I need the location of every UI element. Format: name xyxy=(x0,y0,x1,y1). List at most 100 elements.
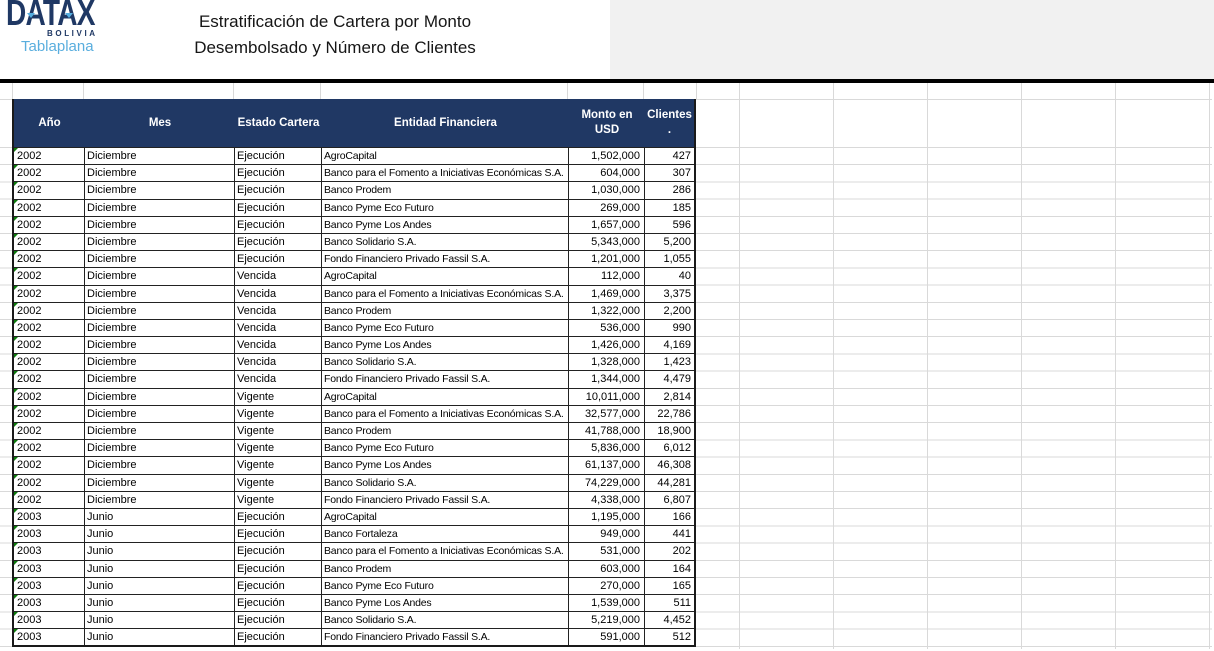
cell-monto-usd[interactable]: 5,219,000 xyxy=(569,612,645,629)
cell-mes[interactable]: Diciembre xyxy=(85,491,235,508)
cell-ano[interactable]: 2002 xyxy=(14,182,85,199)
cell-clientes[interactable]: 6,012 xyxy=(645,440,694,456)
cell-clientes[interactable]: 427 xyxy=(645,148,694,164)
cell-monto-usd[interactable]: 269,000 xyxy=(569,199,645,216)
cell-mes[interactable]: Diciembre xyxy=(85,319,235,337)
cell-monto-usd[interactable]: 1,539,000 xyxy=(569,594,645,612)
cell-entidad-financiera[interactable]: Fondo Financiero Privado Fassil S.A. xyxy=(322,629,569,646)
cell-entidad-financiera[interactable]: Banco para el Fomento a Iniciativas Econ… xyxy=(322,285,569,302)
cell-mes[interactable]: Diciembre xyxy=(85,423,235,440)
cell-mes[interactable]: Diciembre xyxy=(85,302,235,319)
cell-ano[interactable]: 2002 xyxy=(14,285,85,302)
cell-estado-cartera[interactable]: Vigente xyxy=(235,440,322,457)
cell-entidad-financiera[interactable]: AgroCapital xyxy=(322,508,569,526)
cell-monto-usd[interactable]: 270,000 xyxy=(569,577,645,594)
cell-estado-cartera[interactable]: Vencida xyxy=(235,302,322,319)
cell-mes[interactable]: Junio xyxy=(85,577,235,594)
cell-clientes[interactable]: 22,786 xyxy=(645,406,694,422)
cell-mes[interactable]: Junio xyxy=(85,526,235,543)
cell-clientes[interactable]: 286 xyxy=(645,182,694,198)
cell-mes[interactable]: Diciembre xyxy=(85,268,235,285)
cell-entidad-financiera[interactable]: Banco Solidario S.A. xyxy=(322,612,569,629)
cell-mes[interactable]: Diciembre xyxy=(85,388,235,405)
cell-ano[interactable]: 2003 xyxy=(14,526,85,543)
cell-mes[interactable]: Junio xyxy=(85,560,235,577)
cell-entidad-financiera[interactable]: Banco Pyme Eco Futuro xyxy=(322,199,569,216)
cell-mes[interactable]: Diciembre xyxy=(85,354,235,371)
cell-clientes[interactable]: 307 xyxy=(645,165,694,181)
cell-entidad-financiera[interactable]: AgroCapital xyxy=(322,148,569,165)
cell-clientes[interactable]: 202 xyxy=(645,543,694,559)
cell-ano[interactable]: 2002 xyxy=(14,302,85,319)
cell-estado-cartera[interactable]: Ejecución xyxy=(235,577,322,594)
cell-estado-cartera[interactable]: Ejecución xyxy=(235,594,322,612)
cell-entidad-financiera[interactable]: Banco Pyme Los Andes xyxy=(322,216,569,233)
cell-mes[interactable]: Junio xyxy=(85,629,235,646)
cell-entidad-financiera[interactable]: Fondo Financiero Privado Fassil S.A. xyxy=(322,491,569,508)
cell-monto-usd[interactable]: 603,000 xyxy=(569,560,645,577)
cell-estado-cartera[interactable]: Ejecución xyxy=(235,182,322,199)
cell-entidad-financiera[interactable]: Banco Solidario S.A. xyxy=(322,354,569,371)
column-header-clientes[interactable]: Clientes . xyxy=(645,99,694,147)
cell-estado-cartera[interactable]: Ejecución xyxy=(235,216,322,233)
cell-entidad-financiera[interactable]: Banco Pyme Eco Futuro xyxy=(322,577,569,594)
cell-monto-usd[interactable]: 5,836,000 xyxy=(569,440,645,457)
cell-clientes[interactable]: 1,055 xyxy=(645,251,694,267)
cell-ano[interactable]: 2002 xyxy=(14,491,85,508)
cell-entidad-financiera[interactable]: Banco para el Fomento a Iniciativas Econ… xyxy=(322,165,569,182)
cell-clientes[interactable]: 165 xyxy=(645,578,694,594)
cell-ano[interactable]: 2003 xyxy=(14,543,85,560)
cell-mes[interactable]: Diciembre xyxy=(85,165,235,182)
cell-monto-usd[interactable]: 1,328,000 xyxy=(569,354,645,371)
cell-entidad-financiera[interactable]: Banco Prodem xyxy=(322,423,569,440)
cell-clientes[interactable]: 44,281 xyxy=(645,475,694,491)
cell-ano[interactable]: 2002 xyxy=(14,148,85,165)
cell-entidad-financiera[interactable]: Banco Fortaleza xyxy=(322,526,569,543)
cell-ano[interactable]: 2002 xyxy=(14,405,85,422)
cell-monto-usd[interactable]: 1,201,000 xyxy=(569,251,645,268)
cell-entidad-financiera[interactable]: AgroCapital xyxy=(322,388,569,405)
cell-monto-usd[interactable]: 591,000 xyxy=(569,629,645,646)
column-header-monto-usd[interactable]: Monto en USD xyxy=(569,99,645,147)
cell-mes[interactable]: Diciembre xyxy=(85,457,235,474)
cell-mes[interactable]: Diciembre xyxy=(85,182,235,199)
cell-entidad-financiera[interactable]: Banco Solidario S.A. xyxy=(322,474,569,491)
cell-ano[interactable]: 2002 xyxy=(14,354,85,371)
column-header-ano[interactable]: Año xyxy=(14,99,85,147)
cell-clientes[interactable]: 596 xyxy=(645,217,694,233)
cell-clientes[interactable]: 441 xyxy=(645,526,694,542)
cell-estado-cartera[interactable]: Ejecución xyxy=(235,165,322,182)
cell-estado-cartera[interactable]: Vigente xyxy=(235,423,322,440)
cell-mes[interactable]: Diciembre xyxy=(85,199,235,216)
cell-monto-usd[interactable]: 10,011,000 xyxy=(569,388,645,405)
cell-monto-usd[interactable]: 1,469,000 xyxy=(569,285,645,302)
cell-estado-cartera[interactable]: Vigente xyxy=(235,474,322,491)
cell-estado-cartera[interactable]: Ejecución xyxy=(235,148,322,165)
cell-ano[interactable]: 2003 xyxy=(14,594,85,612)
cell-mes[interactable]: Diciembre xyxy=(85,148,235,165)
cell-clientes[interactable]: 1,423 xyxy=(645,354,694,370)
cell-estado-cartera[interactable]: Ejecución xyxy=(235,199,322,216)
column-header-entidad-financiera[interactable]: Entidad Financiera xyxy=(322,99,569,147)
cell-estado-cartera[interactable]: Vencida xyxy=(235,268,322,285)
cell-monto-usd[interactable]: 1,195,000 xyxy=(569,508,645,526)
cell-mes[interactable]: Junio xyxy=(85,612,235,629)
cell-ano[interactable]: 2002 xyxy=(14,474,85,491)
cell-mes[interactable]: Diciembre xyxy=(85,285,235,302)
cell-mes[interactable]: Diciembre xyxy=(85,371,235,388)
cell-monto-usd[interactable]: 604,000 xyxy=(569,165,645,182)
cell-estado-cartera[interactable]: Vigente xyxy=(235,388,322,405)
cell-ano[interactable]: 2002 xyxy=(14,337,85,354)
cell-clientes[interactable]: 18,900 xyxy=(645,423,694,439)
cell-ano[interactable]: 2002 xyxy=(14,423,85,440)
cell-ano[interactable]: 2002 xyxy=(14,216,85,233)
cell-mes[interactable]: Diciembre xyxy=(85,233,235,251)
cell-ano[interactable]: 2002 xyxy=(14,268,85,285)
cell-monto-usd[interactable]: 112,000 xyxy=(569,268,645,285)
cell-clientes[interactable]: 990 xyxy=(645,320,694,336)
cell-entidad-financiera[interactable]: Banco Prodem xyxy=(322,182,569,199)
cell-clientes[interactable]: 512 xyxy=(645,629,694,645)
cell-ano[interactable]: 2003 xyxy=(14,612,85,629)
cell-entidad-financiera[interactable]: Banco Prodem xyxy=(322,302,569,319)
cell-monto-usd[interactable]: 32,577,000 xyxy=(569,405,645,422)
